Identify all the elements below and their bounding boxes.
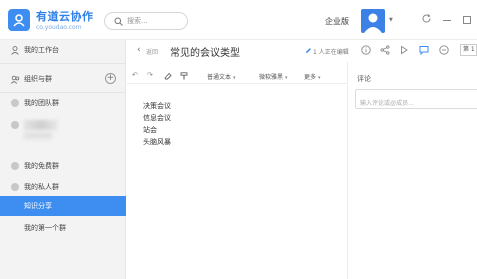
sidebar-item-first-group[interactable]: 我的第一个群 bbox=[0, 218, 126, 238]
comment-panel-divider bbox=[347, 62, 348, 279]
group-avatar-icon bbox=[11, 99, 19, 107]
text-style-dropdown[interactable]: 普通文本 ▾ bbox=[207, 72, 236, 81]
refresh-icon[interactable] bbox=[421, 13, 432, 24]
undo-icon[interactable]: ↶ bbox=[132, 71, 138, 79]
document-editor[interactable]: 决策会议 信息会议 站会 头脑风暴 bbox=[127, 85, 347, 279]
app-logo-icon bbox=[8, 9, 30, 31]
page-title[interactable]: 常见的会议类型 bbox=[170, 44, 240, 59]
sidebar-item-workbench[interactable]: 我的工作台 bbox=[0, 40, 126, 60]
share-icon[interactable] bbox=[380, 45, 390, 55]
page-indicator[interactable]: 第 1 bbox=[460, 44, 477, 56]
enterprise-link[interactable]: 企业版 bbox=[325, 16, 349, 27]
group-avatar-icon bbox=[11, 162, 19, 170]
editor-toolbar: ↶ ↷ 普通文本 ▾ 微软雅黑 ▾ 更多 ▾ bbox=[127, 68, 347, 84]
text-style-label: 普通文本 bbox=[207, 74, 232, 81]
chevron-down-icon: ▾ bbox=[233, 75, 236, 81]
document-line: 头脑风暴 bbox=[143, 138, 171, 146]
info-icon[interactable] bbox=[361, 45, 371, 55]
sidebar-item-groups[interactable]: 组织与群 + bbox=[0, 69, 126, 89]
user-icon bbox=[11, 46, 19, 55]
more-dropdown[interactable]: 更多 ▾ bbox=[304, 72, 321, 81]
search-placeholder: 搜索... bbox=[127, 17, 148, 25]
chevron-left-icon[interactable]: ‹ bbox=[137, 45, 141, 55]
sidebar: 我的工作台 组织与群 + 我的团队群 我的免费群 我的私人群 知识分享 我的第一… bbox=[0, 40, 126, 279]
sidebar-item-label: 知识分享 bbox=[24, 202, 52, 210]
back-button[interactable]: 返回 bbox=[146, 47, 158, 56]
sidebar-item-team-group[interactable]: 我的团队群 bbox=[0, 93, 126, 113]
pencil-icon bbox=[306, 48, 311, 53]
sidebar-divider bbox=[0, 63, 126, 64]
font-dropdown[interactable]: 微软雅黑 ▾ bbox=[259, 72, 288, 81]
sidebar-item-label: 我的私人群 bbox=[24, 183, 59, 191]
comment-icon[interactable] bbox=[419, 45, 429, 55]
chevron-down-icon: ▾ bbox=[285, 75, 288, 81]
document-line: 站会 bbox=[143, 126, 157, 134]
group-avatar-icon bbox=[11, 121, 19, 129]
sidebar-item-private-group[interactable]: 我的私人群 bbox=[0, 177, 126, 197]
app-name: 有道云协作 bbox=[36, 10, 94, 23]
sidebar-item-label: 我的免费群 bbox=[24, 162, 59, 170]
format-painter-icon[interactable] bbox=[180, 72, 188, 80]
redacted-subtitle bbox=[24, 132, 52, 139]
document-line: 信息会议 bbox=[143, 114, 171, 122]
sidebar-item-label: 我的团队群 bbox=[24, 99, 59, 107]
chevron-down-icon: ▾ bbox=[318, 75, 321, 81]
document-line: 决策会议 bbox=[143, 102, 171, 110]
redo-icon[interactable]: ↷ bbox=[147, 71, 153, 79]
chevron-down-icon[interactable]: ▼ bbox=[389, 17, 393, 23]
group-icon bbox=[11, 75, 20, 84]
comment-input[interactable] bbox=[360, 96, 477, 112]
comment-panel-title: 评论 bbox=[357, 75, 371, 83]
user-avatar-icon bbox=[364, 13, 382, 33]
font-label: 微软雅黑 bbox=[259, 74, 284, 81]
history-icon[interactable] bbox=[439, 45, 449, 55]
minimize-icon[interactable] bbox=[443, 20, 451, 21]
sidebar-item-free-group[interactable]: 我的免费群 bbox=[0, 156, 126, 176]
app-url: co.youdao.com bbox=[36, 24, 82, 31]
document-header: ‹ 返回 常见的会议类型 1 人正在编辑 第 1 bbox=[127, 40, 477, 62]
sidebar-item-label: 我的工作台 bbox=[24, 46, 59, 54]
main-content: ‹ 返回 常见的会议类型 1 人正在编辑 第 1 ↶ ↷ 普通文本 ▾ 微软雅黑 ▾… bbox=[127, 40, 477, 279]
sidebar-item-blurred-group[interactable] bbox=[0, 115, 126, 145]
search-icon bbox=[114, 17, 123, 26]
play-icon[interactable] bbox=[399, 45, 409, 55]
editing-status: 1 人正在编辑 bbox=[313, 49, 349, 56]
more-label: 更多 bbox=[304, 74, 317, 81]
search-box[interactable]: 搜索... bbox=[104, 12, 188, 30]
sidebar-item-knowledge-share[interactable]: 知识分享 bbox=[0, 196, 126, 216]
sidebar-item-label: 我的第一个群 bbox=[24, 224, 66, 232]
top-bar: 有道云协作 co.youdao.com 搜索... 企业版 ▼ bbox=[0, 0, 477, 40]
avatar[interactable] bbox=[361, 9, 385, 33]
comment-input-box[interactable] bbox=[355, 89, 477, 112]
sidebar-item-label: 组织与群 bbox=[24, 75, 52, 83]
maximize-icon[interactable] bbox=[463, 16, 471, 24]
redacted-name bbox=[24, 120, 58, 130]
add-group-button[interactable]: + bbox=[105, 73, 116, 84]
group-avatar-icon bbox=[11, 183, 19, 191]
eraser-icon[interactable] bbox=[164, 72, 172, 80]
